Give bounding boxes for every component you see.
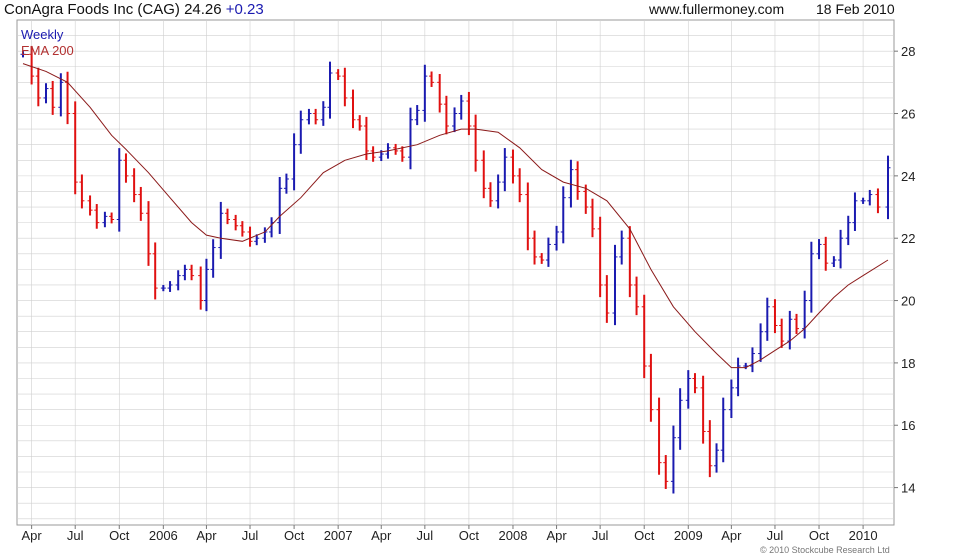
x-axis-labels: Apr Jul Oct 2006 Apr Jul Oct 2007 Apr Jul Oct 2008 A… [22, 525, 878, 543]
y-axis-labels: 14 16 18 20 22 24 26 28 [894, 44, 915, 496]
price-chart: 14 16 18 20 22 24 26 28 Apr Jul Oct 2006 Apr Jul Oct 2… [16, 19, 915, 543]
x-tick-label: Apr [721, 528, 742, 543]
y-tick-label: 22 [901, 231, 915, 246]
x-tick-label: Jul [767, 528, 784, 543]
x-tick-label: Apr [546, 528, 567, 543]
x-tick-label: Apr [371, 528, 392, 543]
x-tick-label: Jul [67, 528, 84, 543]
x-tick-label: 2007 [324, 528, 353, 543]
y-tick-label: 18 [901, 356, 915, 371]
x-tick-label: Jul [242, 528, 259, 543]
plot-area [16, 19, 895, 526]
y-tick-label: 14 [901, 481, 915, 496]
x-tick-label: 2008 [499, 528, 528, 543]
y-tick-label: 20 [901, 294, 915, 309]
x-tick-label: 2010 [849, 528, 878, 543]
x-tick-label: Oct [459, 528, 480, 543]
x-tick-label: Oct [109, 528, 130, 543]
x-tick-label: Jul [592, 528, 609, 543]
copyright-text: © 2010 Stockcube Research Ltd [760, 545, 890, 555]
x-tick-label: 2009 [674, 528, 703, 543]
x-tick-label: Jul [417, 528, 434, 543]
x-tick-label: Oct [634, 528, 655, 543]
x-tick-label: Oct [809, 528, 830, 543]
y-tick-label: 24 [901, 169, 915, 184]
x-tick-label: 2006 [149, 528, 178, 543]
x-tick-label: Apr [196, 528, 217, 543]
legend-ema: EMA 200 [21, 43, 74, 58]
y-tick-label: 28 [901, 44, 915, 59]
x-tick-label: Apr [22, 528, 43, 543]
y-tick-label: 26 [901, 107, 915, 122]
legend-weekly: Weekly [21, 27, 64, 42]
x-tick-label: Oct [284, 528, 305, 543]
y-tick-label: 16 [901, 418, 915, 433]
